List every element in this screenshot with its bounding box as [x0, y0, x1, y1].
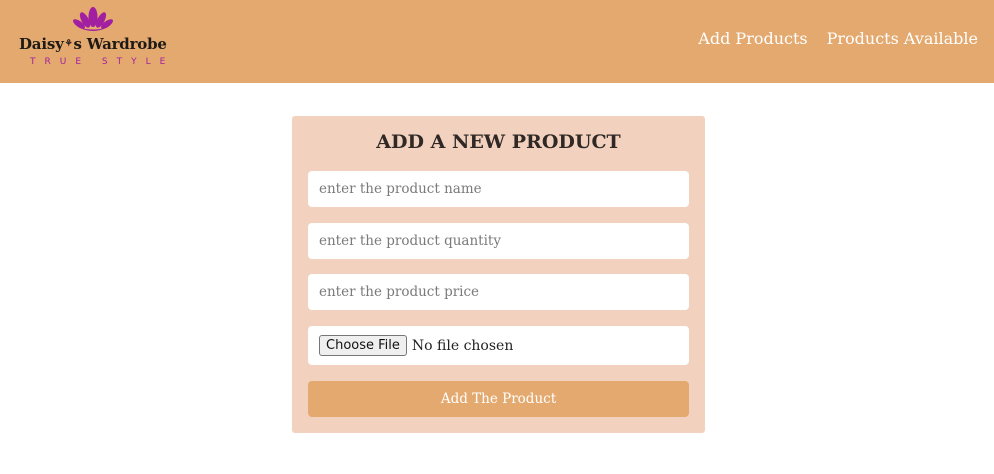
- product-name-input[interactable]: [308, 171, 689, 207]
- add-product-button[interactable]: Add The Product: [308, 381, 689, 417]
- add-product-form: ADD A NEW PRODUCT Choose File No file ch…: [292, 116, 705, 433]
- flower-mark-icon: ⚘: [64, 39, 73, 49]
- file-status-text: No file chosen: [411, 337, 514, 354]
- choose-file-button[interactable]: Choose File: [319, 335, 407, 356]
- lotus-icon: [73, 7, 113, 31]
- nav-link-products-available[interactable]: Products Available: [827, 29, 978, 48]
- nav-link-add-products[interactable]: Add Products: [698, 29, 807, 48]
- main-nav: Add Products Products Available: [679, 29, 978, 48]
- top-navbar: Daisy⚘s Wardrobe TRUE STYLE Add Products…: [0, 0, 994, 83]
- brand-name-second: s Wardrobe: [73, 35, 167, 53]
- product-price-input[interactable]: [308, 274, 689, 310]
- brand-logo[interactable]: Daisy⚘s Wardrobe TRUE STYLE: [19, 7, 169, 71]
- brand-tagline: TRUE STYLE: [30, 57, 175, 67]
- product-quantity-input[interactable]: [308, 223, 689, 259]
- brand-name-first: Daisy: [19, 35, 64, 53]
- brand-name: Daisy⚘s Wardrobe: [19, 35, 167, 53]
- form-title: ADD A NEW PRODUCT: [376, 131, 621, 153]
- product-image-file-input: Choose File No file chosen: [308, 326, 689, 365]
